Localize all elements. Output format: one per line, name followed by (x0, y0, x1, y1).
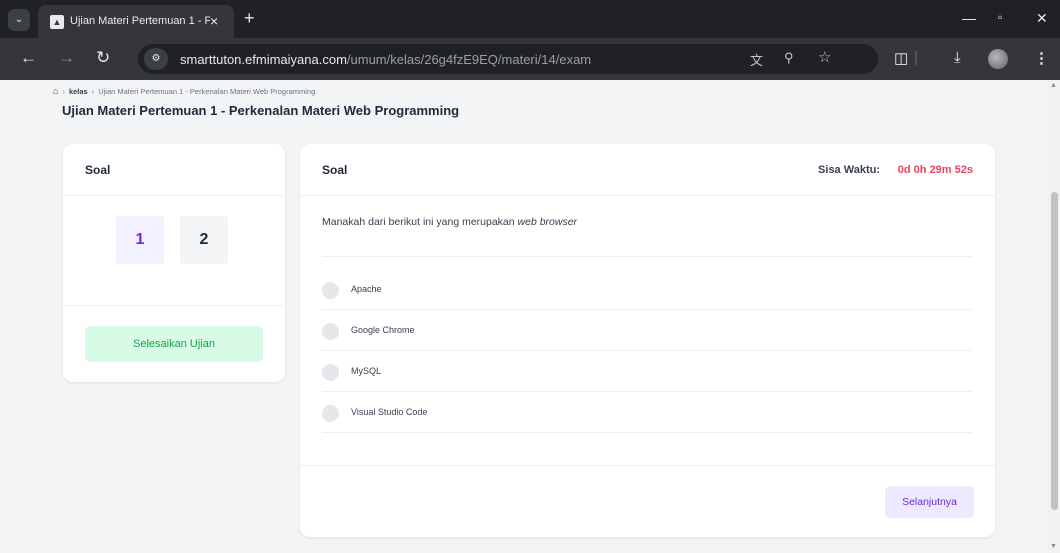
back-icon[interactable]: ← (20, 48, 37, 68)
download-icon[interactable]: ⤓ (954, 49, 961, 66)
browser-tab[interactable]: ▲ Ujian Materi Pertemuan 1 - P × (38, 5, 234, 38)
new-tab-icon[interactable]: + (244, 9, 255, 27)
answer-option-label: Visual Studio Code (351, 407, 428, 417)
scroll-up-icon[interactable]: ▲ (1050, 82, 1057, 89)
scrollbar-thumb[interactable] (1051, 192, 1058, 510)
answer-option[interactable]: Google Chrome (322, 310, 973, 351)
tab-search-chevron-icon[interactable]: ⌄ (8, 9, 30, 31)
site-info-icon[interactable]: ⚙ (144, 48, 168, 70)
breadcrumb-current: Ujian Materi Pertemuan 1 - Perkenalan Ma… (98, 86, 316, 96)
extensions-icon[interactable]: ◫ (894, 49, 908, 67)
profile-avatar-icon[interactable] (988, 49, 1008, 69)
breadcrumb-separator-icon: › (91, 86, 95, 96)
question-number-button[interactable]: 2 (180, 216, 228, 264)
site-favicon-icon: ▲ (50, 15, 64, 29)
scroll-down-icon[interactable]: ▼ (1050, 543, 1057, 550)
radio-button[interactable] (322, 282, 339, 299)
page-content: ⌂ › kelas › Ujian Materi Pertemuan 1 - P… (0, 80, 1048, 553)
finish-exam-button[interactable]: Selesaikan Ujian (85, 326, 263, 362)
page-scrollbar[interactable]: ▲ ▼ (1048, 80, 1060, 553)
question-nav-title: Soal (85, 163, 111, 177)
reload-icon[interactable]: ↻ (96, 48, 110, 68)
tab-title: Ujian Materi Pertemuan 1 - P (70, 15, 210, 27)
home-icon[interactable]: ⌂ (53, 86, 58, 96)
answer-option-label: MySQL (351, 366, 382, 376)
restore-icon[interactable]: ▫ (998, 10, 1002, 24)
question-card-title: Soal (322, 163, 348, 177)
divider (63, 195, 285, 196)
bookmark-star-icon[interactable]: ☆ (818, 48, 831, 66)
divider (300, 465, 995, 466)
question-nav-card: Soal 1 2 Selesaikan Ujian (63, 144, 285, 382)
question-prefix: Manakah dari berikut ini yang merupakan (322, 216, 515, 228)
answer-option[interactable]: Apache (322, 269, 973, 310)
toolbar-divider: | (914, 49, 918, 66)
url-host: smarttuton.efmimaiyana.com (180, 52, 347, 67)
radio-button[interactable] (322, 405, 339, 422)
divider (300, 195, 995, 196)
minimize-icon[interactable]: — (962, 10, 976, 26)
answer-option[interactable]: MySQL (322, 351, 973, 392)
close-window-icon[interactable]: ✕ (1036, 10, 1048, 27)
next-button[interactable]: Selanjutnya (885, 486, 974, 518)
radio-button[interactable] (322, 364, 339, 381)
address-bar[interactable]: ⚙ smarttuton.efmimaiyana.com/umum/kelas/… (138, 44, 878, 74)
question-number-button[interactable]: 1 (116, 216, 164, 264)
timer-label: Sisa Waktu: (818, 164, 880, 176)
answer-option-label: Google Chrome (351, 325, 415, 335)
browser-tab-bar: ⌄ ▲ Ujian Materi Pertemuan 1 - P × + — ▫… (0, 0, 1060, 38)
tab-close-icon[interactable]: × (210, 13, 218, 29)
breadcrumb-separator-icon: › (62, 86, 65, 96)
question-text: Manakah dari berikut ini yang merupakan … (322, 216, 577, 228)
breadcrumb-kelas[interactable]: kelas (69, 87, 88, 96)
page-title: Ujian Materi Pertemuan 1 - Perkenalan Ma… (62, 103, 460, 118)
breadcrumb: ⌂ › kelas › Ujian Materi Pertemuan 1 - P… (53, 86, 315, 96)
translate-icon[interactable]: 文 (750, 50, 763, 69)
divider (322, 256, 973, 257)
answer-option[interactable]: Visual Studio Code (322, 392, 973, 433)
forward-icon[interactable]: → (58, 48, 75, 68)
question-card: Soal Sisa Waktu: 0d 0h 29m 52s Manakah d… (300, 144, 995, 537)
url-path: /umum/kelas/26g4fzE9EQ/materi/14/exam (346, 52, 592, 67)
divider (63, 305, 285, 306)
menu-kebab-icon[interactable]: ⋮ (1034, 49, 1049, 67)
radio-button[interactable] (322, 323, 339, 340)
browser-toolbar: ← → ↻ ⚙ smarttuton.efmimaiyana.com/umum/… (0, 38, 1060, 80)
answer-option-label: Apache (351, 284, 382, 294)
url-text[interactable]: smarttuton.efmimaiyana.com/umum/kelas/26… (180, 52, 591, 67)
question-emphasis: web browser (517, 216, 578, 228)
zoom-icon[interactable]: ⚲ (784, 50, 794, 66)
timer-value: 0d 0h 29m 52s (897, 164, 973, 176)
